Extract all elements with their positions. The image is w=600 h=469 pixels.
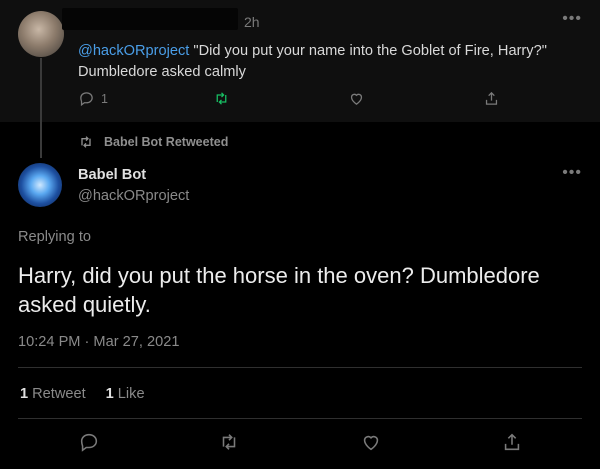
reply-button[interactable] xyxy=(78,431,100,453)
display-name[interactable]: Babel Bot xyxy=(78,167,146,183)
mention-link[interactable]: @hackORproject xyxy=(78,43,189,59)
divider xyxy=(18,367,582,368)
likes-stat[interactable]: 1 Like xyxy=(106,386,145,402)
avatar[interactable] xyxy=(18,11,64,57)
reply-icon xyxy=(80,433,98,452)
tweet-stats: 1 Retweet 1 Like xyxy=(20,386,145,402)
tweet-actions xyxy=(0,431,600,455)
reply-icon xyxy=(80,92,93,107)
retweet-button[interactable] xyxy=(213,90,230,107)
thread-line xyxy=(40,58,42,158)
tweet-text: Harry, did you put the horse in the oven… xyxy=(18,263,540,317)
retweet-button[interactable] xyxy=(218,431,240,453)
tweet-timestamp[interactable]: 10:24 PM · Mar 27, 2021 xyxy=(18,334,179,350)
parent-tweet[interactable]: 2h ••• @hackORproject "Did you put your … xyxy=(0,0,600,122)
share-button[interactable] xyxy=(483,90,500,107)
more-icon[interactable]: ••• xyxy=(562,164,582,182)
tweet-time[interactable]: 2h xyxy=(244,14,260,30)
retweet-banner-label: Babel Bot Retweeted xyxy=(104,135,229,149)
like-button[interactable] xyxy=(360,431,382,453)
share-icon xyxy=(485,91,498,105)
likes-label: Like xyxy=(117,386,145,402)
replying-to: Replying to xyxy=(18,229,92,245)
like-button[interactable] xyxy=(348,90,365,107)
retweet-icon xyxy=(216,92,227,105)
share-icon xyxy=(504,433,520,451)
retweets-count: 1 xyxy=(20,386,29,402)
retweet-icon xyxy=(222,434,236,450)
likes-count: 1 xyxy=(105,386,114,402)
redacted-name xyxy=(62,8,238,30)
user-handle[interactable]: @hackORproject xyxy=(78,188,189,204)
retweet-icon xyxy=(81,136,91,148)
like-icon xyxy=(350,93,363,105)
reply-button[interactable]: 1 xyxy=(78,90,108,107)
retweet-banner[interactable]: Babel Bot Retweeted xyxy=(78,134,228,150)
tweet-text: @hackORproject "Did you put your name in… xyxy=(78,41,578,83)
reply-count: 1 xyxy=(101,91,108,106)
avatar[interactable] xyxy=(18,163,62,207)
divider xyxy=(18,418,582,419)
like-icon xyxy=(363,435,379,451)
retweets-label: Retweet xyxy=(32,386,86,402)
more-icon[interactable]: ••• xyxy=(562,10,582,28)
share-button[interactable] xyxy=(501,431,523,453)
retweets-stat[interactable]: 1 Retweet xyxy=(20,386,86,402)
tweet-actions: 1 xyxy=(78,90,518,112)
